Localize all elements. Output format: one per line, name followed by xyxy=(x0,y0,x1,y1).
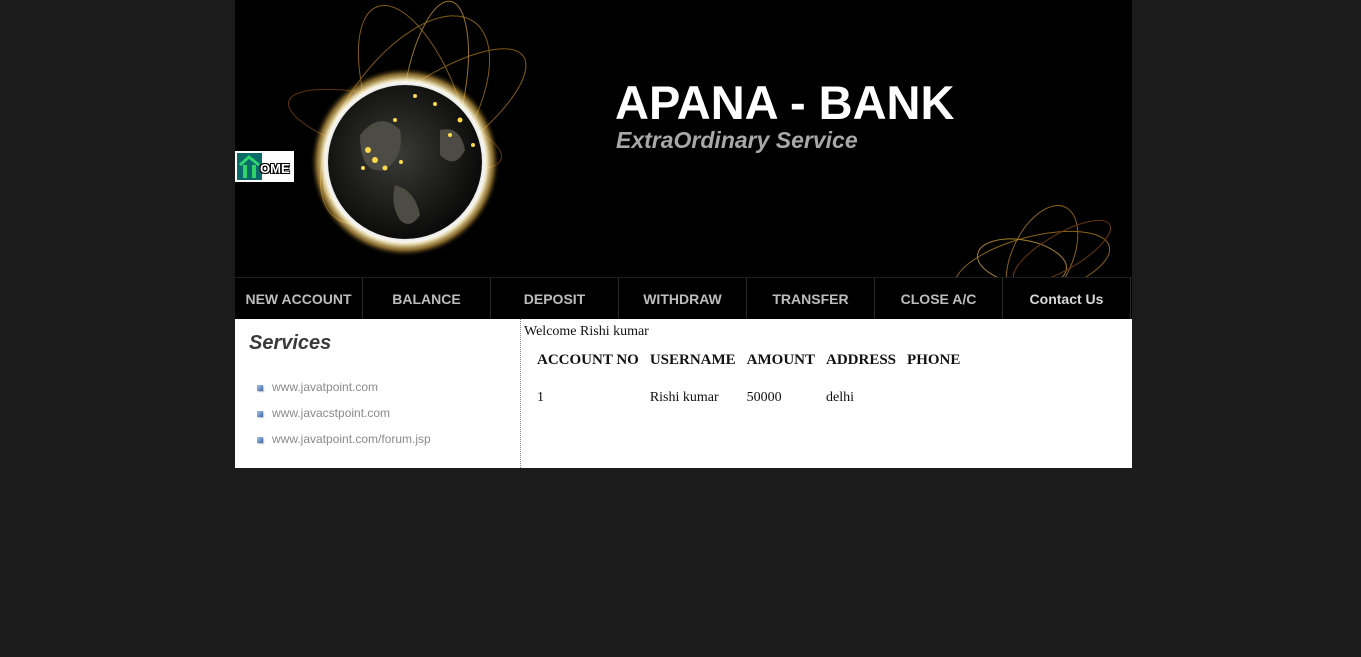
service-link[interactable]: www.javatpoint.com/forum.jsp xyxy=(272,432,431,446)
column-header: ACCOUNT NO xyxy=(537,352,639,368)
bullet-icon xyxy=(257,437,263,443)
home-button[interactable]: OME xyxy=(235,151,294,182)
account-table: ACCOUNT NO USERNAME AMOUNT ADDRESS PHONE… xyxy=(531,346,968,412)
list-item: www.javatpoint.com/forum.jsp xyxy=(257,432,431,458)
services-list: www.javatpoint.com www.javacstpoint.com … xyxy=(257,380,431,458)
column-header: PHONE xyxy=(907,352,961,368)
nav-contact-us[interactable]: Contact Us xyxy=(1003,278,1131,319)
nav-withdraw[interactable]: WITHDRAW xyxy=(619,278,747,319)
nav-new-account[interactable]: NEW ACCOUNT xyxy=(235,278,363,319)
nav-close-account[interactable]: CLOSE A/C xyxy=(875,278,1003,319)
table-cell: delhi xyxy=(826,390,854,405)
nav-deposit[interactable]: DEPOSIT xyxy=(491,278,619,319)
welcome-message: Welcome Rishi kumar xyxy=(524,324,649,339)
list-item: www.javacstpoint.com xyxy=(257,406,431,432)
table-header-row: ACCOUNT NO USERNAME AMOUNT ADDRESS PHONE xyxy=(534,349,965,379)
column-header: AMOUNT xyxy=(746,352,815,368)
table-row: 1 Rishi kumar 50000 delhi xyxy=(534,382,965,409)
table-cell: 1 xyxy=(537,390,544,405)
site-title: APANA - BANK xyxy=(615,76,955,129)
service-link[interactable]: www.javacstpoint.com xyxy=(272,406,390,420)
site-header: APANA - BANK ExtraOrdinary Service OME xyxy=(235,0,1132,277)
main-panel: Welcome Rishi kumar ACCOUNT NO USERNAME … xyxy=(524,319,1129,468)
nav-transfer[interactable]: TRANSFER xyxy=(747,278,875,319)
nav-balance[interactable]: BALANCE xyxy=(363,278,491,319)
service-link[interactable]: www.javatpoint.com xyxy=(272,380,378,394)
corner-swirl-illustration xyxy=(953,205,1111,277)
house-icon xyxy=(237,153,262,180)
table-cell: 50000 xyxy=(746,390,782,405)
bullet-icon xyxy=(257,385,263,391)
column-header: USERNAME xyxy=(649,352,736,368)
home-button-label: OME xyxy=(260,161,290,176)
services-heading: Services xyxy=(249,332,332,354)
services-sidebar: Services www.javatpoint.com www.javacstp… xyxy=(235,319,521,468)
content-area: Services www.javatpoint.com www.javacstp… xyxy=(235,319,1132,468)
table-cell xyxy=(904,382,965,409)
main-nav: NEW ACCOUNT BALANCE DEPOSIT WITHDRAW TRA… xyxy=(235,277,1132,319)
bullet-icon xyxy=(257,411,263,417)
list-item: www.javatpoint.com xyxy=(257,380,431,406)
page-wrapper: APANA - BANK ExtraOrdinary Service OME N… xyxy=(235,0,1132,468)
globe-illustration xyxy=(287,0,527,257)
site-tagline: ExtraOrdinary Service xyxy=(616,127,858,153)
table-cell: Rishi kumar xyxy=(649,390,719,405)
column-header: ADDRESS xyxy=(826,352,897,368)
